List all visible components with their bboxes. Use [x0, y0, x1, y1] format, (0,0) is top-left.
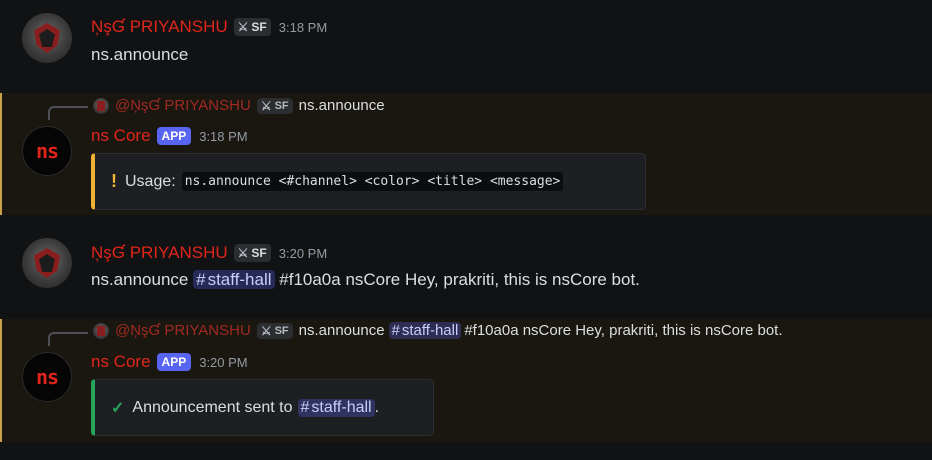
message-header: ns Core APP 3:20 PM	[91, 352, 248, 372]
sword-icon: ⚔	[260, 323, 272, 338]
confirmation-embed: ✓ Announcement sent to # staff-hall .	[91, 379, 434, 436]
embed-text: Announcement sent to	[132, 398, 293, 416]
user-avatar[interactable]	[22, 13, 72, 63]
reply-connector	[48, 332, 88, 346]
bot-avatar[interactable]: ns	[22, 352, 72, 402]
message-content: ns.announce # staff-hall #f10a0a nsCore H…	[91, 270, 640, 290]
reply-text: ns.announce	[298, 322, 385, 339]
message-content: ns.announce	[91, 45, 189, 64]
app-badge: APP	[156, 127, 192, 145]
channel-mention[interactable]: # staff-hall	[388, 322, 462, 339]
embed-suffix: .	[374, 398, 380, 416]
reply-avatar	[93, 322, 109, 339]
content-text: #f10a0a nsCore Hey, prakriti, this is ns…	[279, 270, 640, 289]
message-3: ŅşƓ PRIYANSHU ⚔ SF 3:20 PM ns.announce # s…	[0, 226, 932, 316]
timestamp[interactable]: 3:20 PM	[279, 246, 327, 261]
channel-mention[interactable]: # staff-hall	[297, 398, 375, 417]
bot-username[interactable]: ns Core	[91, 126, 151, 146]
reply-username[interactable]: @ŅşƓ PRIYANSHU	[115, 322, 251, 339]
reply-server-tag: ⚔ SF	[256, 322, 293, 339]
sword-icon: ⚔	[237, 20, 249, 34]
timestamp[interactable]: 3:18 PM	[279, 20, 327, 35]
sword-icon: ⚔	[237, 246, 249, 260]
embed-label: Usage:	[125, 172, 176, 190]
message-header: ns Core APP 3:18 PM	[91, 126, 248, 146]
reply-connector	[48, 106, 88, 120]
bot-avatar-logo: ns	[35, 139, 59, 163]
exclamation-icon: !	[111, 171, 117, 191]
channel-hash-icon: #	[196, 270, 206, 289]
username[interactable]: ŅşƓ PRIYANSHU	[91, 17, 228, 37]
user-avatar[interactable]	[22, 238, 72, 288]
channel-mention[interactable]: # staff-hall	[193, 270, 275, 289]
app-badge: APP	[156, 353, 192, 371]
reply-server-tag: ⚔ SF	[256, 97, 293, 114]
bot-avatar[interactable]: ns	[22, 126, 72, 176]
reply-preview[interactable]: @ŅşƓ PRIYANSHU ⚔ SF ns.announce # staff-ha…	[93, 322, 783, 339]
message-header: ŅşƓ PRIYANSHU ⚔ SF 3:18 PM	[91, 17, 327, 37]
message-1: ŅşƓ PRIYANSHU ⚔ SF 3:18 PM ns.announce	[0, 0, 932, 88]
channel-hash-icon: #	[300, 398, 310, 416]
reply-preview[interactable]: @ŅşƓ PRIYANSHU ⚔ SF ns.announce	[93, 97, 385, 114]
bot-username[interactable]: ns Core	[91, 352, 151, 372]
timestamp[interactable]: 3:18 PM	[199, 129, 247, 144]
reply-username[interactable]: @ŅşƓ PRIYANSHU	[115, 97, 251, 114]
reply-text: #f10a0a nsCore Hey, prakriti, this is ns…	[464, 322, 783, 339]
message-header: ŅşƓ PRIYANSHU ⚔ SF 3:20 PM	[91, 243, 327, 263]
username[interactable]: ŅşƓ PRIYANSHU	[91, 243, 228, 263]
channel-hash-icon: #	[391, 322, 400, 339]
content-text: ns.announce	[91, 270, 189, 289]
checkmark-icon: ✓	[111, 399, 125, 417]
sword-icon: ⚔	[260, 98, 272, 113]
usage-code: ns.announce <#channel> <color> <title> <…	[181, 172, 564, 191]
server-tag[interactable]: ⚔ SF	[233, 18, 271, 36]
usage-embed: ! Usage: ns.announce <#channel> <color> …	[91, 153, 646, 210]
reply-text: ns.announce	[298, 97, 385, 114]
reply-avatar	[93, 97, 109, 114]
message-4: @ŅşƓ PRIYANSHU ⚔ SF ns.announce # staff-ha…	[0, 319, 932, 442]
bot-avatar-logo: ns	[35, 365, 59, 389]
server-tag[interactable]: ⚔ SF	[233, 244, 271, 262]
message-2: @ŅşƓ PRIYANSHU ⚔ SF ns.announce ns ns Cor…	[0, 93, 932, 215]
timestamp[interactable]: 3:20 PM	[199, 355, 247, 370]
